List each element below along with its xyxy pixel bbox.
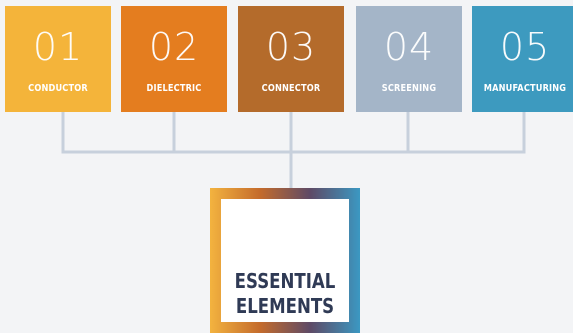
tile-label: MANUFACTURING (483, 83, 567, 94)
tile-number: 04 (383, 25, 435, 69)
tile-number: 05 (499, 25, 551, 69)
tile-connector: 03 CONNECTOR (238, 6, 344, 112)
tile-label: CONDUCTOR (28, 83, 88, 94)
tile-conductor: 01 CONDUCTOR (5, 6, 111, 112)
tile-manufacturing: 05 MANUFACTURING (472, 6, 573, 112)
essential-elements-frame: ESSENTIAL ELEMENTS (210, 188, 360, 333)
tile-label: SCREENING (381, 83, 437, 94)
tile-screening: 04 SCREENING (356, 6, 462, 112)
tile-number: 03 (265, 25, 317, 69)
tile-label: DIELECTRIC (146, 83, 202, 94)
tile-number: 02 (148, 25, 200, 69)
essential-elements-title: ESSENTIAL ELEMENTS (234, 269, 336, 318)
essential-elements-panel: ESSENTIAL ELEMENTS (221, 199, 349, 322)
tile-number: 01 (32, 25, 84, 69)
tile-label: CONNECTOR (261, 83, 321, 94)
tile-dielectric: 02 DIELECTRIC (121, 6, 227, 112)
